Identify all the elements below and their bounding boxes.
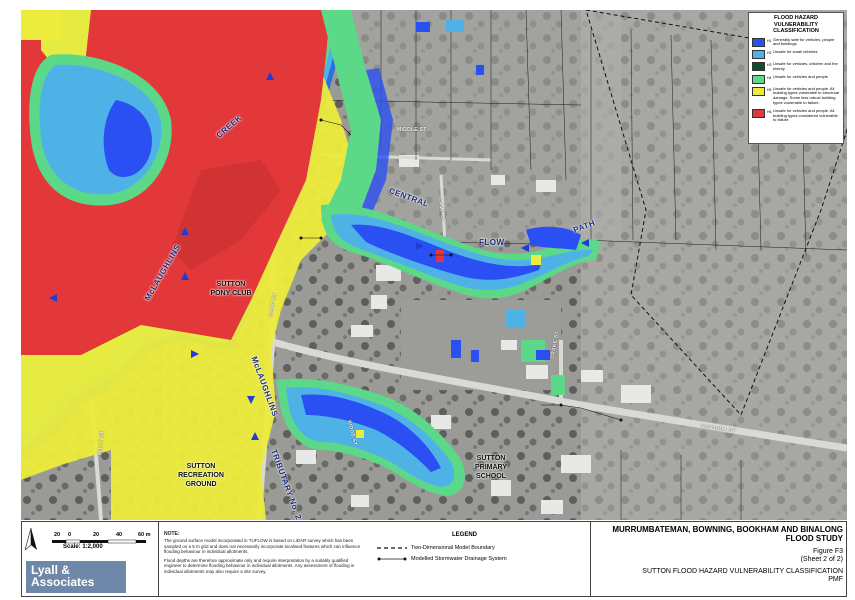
note-block: NOTE: The ground surface model incorpora… <box>164 531 364 574</box>
legend-swatch-h4 <box>752 74 765 84</box>
map-sheet: CREEK McLAUGHLINS SUTTON PONY CLUB CENTR… <box>0 0 855 600</box>
scale-tick-60: 60 m <box>138 532 151 538</box>
legend-label-h4: Unsafe for vehicles and people <box>773 73 828 79</box>
label-sutton-primary-school: SUTTON PRIMARY SCHOOL <box>474 455 508 480</box>
legend-label-h3: Unsafe for vehicles, children and the el… <box>773 61 838 71</box>
figure-subtitle: SUTTON FLOOD HAZARD VULNERABILITY CLASSI… <box>595 568 843 584</box>
legend-item-h1: H1 Generally safe for vehicles, people a… <box>752 36 840 48</box>
scale-label: Scale: 1:2,000 <box>63 544 103 550</box>
figure-label: Figure F3 <box>813 548 843 555</box>
legend-drainage-row: Modelled Stormwater Drainage System <box>377 556 507 562</box>
flood-map[interactable]: CREEK McLAUGHLINS SUTTON PONY CLUB CENTR… <box>21 10 847 520</box>
legend-label-h1: Generally safe for vehicles, people and … <box>773 36 835 47</box>
scale-tick-0: 0 <box>68 532 72 538</box>
south-yellow-patch <box>356 430 364 438</box>
legend-label-h6: Unsafe for vehicles and people. All buil… <box>773 107 838 123</box>
scale-tick-20b: 20 <box>93 532 100 538</box>
note-heading: NOTE: <box>164 531 180 537</box>
label-flow: FLOW <box>479 238 505 247</box>
scale-tick-20a: 20 <box>54 532 61 538</box>
figure-subtitle-line2: PMF <box>828 576 843 583</box>
study-title-line1: MURRUMBATEMAN, BOWNING, BOOKHAM AND BINA… <box>612 525 843 534</box>
legend-boundary-row: Two-Dimensional Model Boundary <box>377 545 495 551</box>
legend-swatch-h5 <box>752 86 765 96</box>
legend-item-h2: H2 Unsafe for small vehicles <box>752 49 840 60</box>
legend-item-h5: H5 Unsafe for vehicles and people. All b… <box>752 85 840 106</box>
street-label-middle: MIDDLE ST <box>397 127 427 133</box>
hazard-legend-title: FLOOD HAZARD VULNERABILITY CLASSIFICATIO… <box>773 15 819 34</box>
sheet-label: (Sheet 2 of 2) <box>800 556 843 563</box>
hazard-legend: FLOOD HAZARD VULNERABILITY CLASSIFICATIO… <box>748 12 844 144</box>
legend-item-h3: H3 Unsafe for vehicles, children and the… <box>752 61 840 72</box>
legend-boundary-label: Two-Dimensional Model Boundary <box>411 545 495 551</box>
legend-swatch-h1 <box>752 37 765 47</box>
legend-swatch-h6 <box>752 108 765 118</box>
study-title: MURRUMBATEMAN, BOWNING, BOOKHAM AND BINA… <box>595 525 843 543</box>
scale-tick-40: 40 <box>116 532 123 538</box>
flow-red-patch <box>436 250 444 262</box>
drainage-line-icon <box>377 557 407 561</box>
legend-swatch-h2 <box>752 50 765 60</box>
note-paragraph-1: The ground surface model incorporated in… <box>164 538 361 554</box>
label-sutton-pony-club: SUTTON PONY CLUB <box>210 281 252 297</box>
panel-divider <box>590 522 591 596</box>
figure-number: Figure F3 (Sheet 2 of 2) <box>595 548 843 564</box>
flow-yellow-patch <box>531 255 541 265</box>
legend-drainage-label: Modelled Stormwater Drainage System <box>411 556 507 562</box>
label-sutton-recreation-ground: SUTTON RECREATION GROUND <box>178 463 224 488</box>
study-title-line2: FLOOD STUDY <box>785 534 843 543</box>
map-legend-title: LEGEND <box>452 532 478 538</box>
legend-item-h6: H6 Unsafe for vehicles and people. All b… <box>752 107 840 123</box>
legend-item-h4: H4 Unsafe for vehicles and people <box>752 73 840 84</box>
panel-divider <box>158 522 159 596</box>
title-block: MURRUMBATEMAN, BOWNING, BOOKHAM AND BINA… <box>595 525 843 584</box>
logo-line2: Associates <box>31 575 95 589</box>
legend-label-h2: Unsafe for small vehicles <box>773 49 818 55</box>
legend-label-h5: Unsafe for vehicles and people. All buil… <box>773 85 840 106</box>
flood-yellow-corner <box>21 10 61 40</box>
note-paragraph-2: Flood depths are therefore approximate o… <box>164 558 355 574</box>
figure-subtitle-line1: SUTTON FLOOD HAZARD VULNERABILITY CLASSI… <box>642 568 843 575</box>
dashed-line-icon <box>377 547 407 549</box>
legend-swatch-h3 <box>752 62 765 72</box>
company-logo: Lyall & Associates <box>26 561 126 593</box>
flood-map-canvas <box>21 10 847 520</box>
